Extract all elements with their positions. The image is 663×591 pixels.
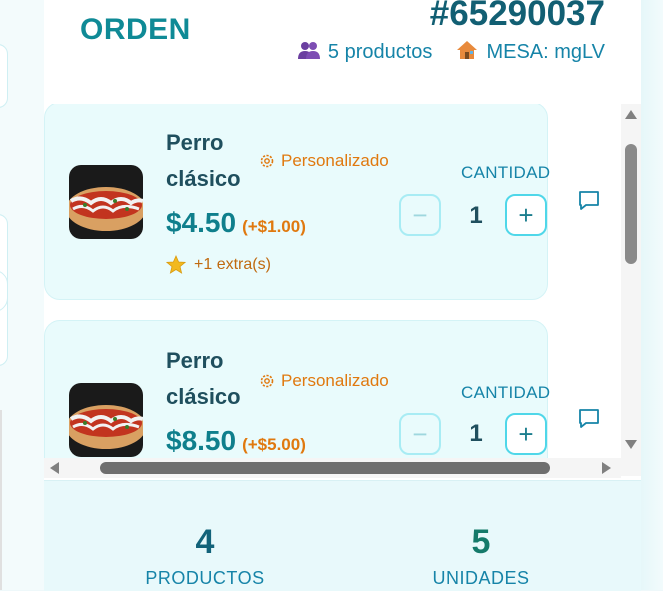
item-price: $8.50 (+$5.00): [166, 425, 306, 456]
quantity-value: 1: [469, 420, 483, 447]
gear-icon: [260, 374, 274, 388]
decrease-quantity-button[interactable]: −: [399, 194, 441, 236]
scroll-down-arrow-icon[interactable]: [625, 440, 637, 449]
quantity-value: 1: [469, 202, 483, 229]
vertical-scrollbar[interactable]: [621, 104, 641, 476]
order-meta: 5 productos MESA: mgLV: [297, 40, 605, 65]
summary-products: 4 PRODUCTOS: [95, 523, 315, 589]
summary-units: 5 UNIDADES: [371, 523, 591, 589]
items-scroll-area[interactable]: Perro clásico Personalizado $4.50 (+$1.00…: [44, 104, 621, 476]
order-summary: 4 PRODUCTOS 5 UNIDADES: [44, 480, 641, 591]
quantity-label: CANTIDAD: [461, 383, 551, 402]
order-item-card: Perro clásico Personalizado $8.50 (+$5.00…: [44, 320, 599, 476]
hotdog-image: [69, 383, 143, 457]
scroll-left-arrow-icon[interactable]: [50, 462, 59, 474]
order-title: ORDEN: [80, 13, 191, 46]
people-icon: [297, 41, 320, 64]
item-name: Perro clásico: [166, 130, 241, 191]
units-total: 5: [471, 523, 491, 561]
hotdog-image: [69, 165, 143, 239]
price-extra: (+$1.00): [242, 217, 306, 236]
comment-icon[interactable]: [577, 189, 601, 213]
customized-tag: Personalizado: [259, 151, 389, 171]
vertical-scroll-thumb[interactable]: [625, 144, 637, 264]
panel-edge: [641, 0, 663, 590]
gear-icon: [260, 154, 274, 168]
order-panel: ORDEN #65290037 5 productos MESA: mgLV P…: [44, 0, 641, 591]
background-card: [0, 44, 8, 108]
house-icon: [456, 40, 478, 65]
background-divider: [0, 410, 2, 590]
scroll-right-arrow-icon[interactable]: [602, 462, 611, 474]
units-label: UNIDADES: [432, 568, 530, 588]
customized-tag: Personalizado: [259, 371, 389, 391]
products-total: 4: [195, 523, 215, 561]
products-count: 5 productos: [327, 41, 433, 63]
order-number: #65290037: [429, 0, 605, 33]
increase-quantity-button[interactable]: +: [505, 194, 547, 236]
item-price: $4.50 (+$1.00): [166, 207, 306, 238]
horizontal-scrollbar[interactable]: [44, 458, 621, 478]
decrease-quantity-button[interactable]: −: [399, 413, 441, 455]
price-extra: (+$5.00): [242, 435, 306, 454]
horizontal-scroll-thumb[interactable]: [100, 462, 550, 474]
star-icon: [166, 255, 186, 274]
item-name: Perro clásico: [166, 348, 241, 409]
scroll-up-arrow-icon[interactable]: [625, 110, 637, 119]
table-label: MESA: mgLV: [486, 41, 605, 63]
quantity-label: CANTIDAD: [461, 163, 551, 182]
products-label: PRODUCTOS: [145, 568, 265, 588]
comment-icon[interactable]: [577, 407, 601, 431]
increase-quantity-button[interactable]: +: [505, 413, 547, 455]
order-item-card: Perro clásico Personalizado $4.50 (+$1.00…: [44, 104, 599, 300]
item-extras: +1 extra(s): [166, 255, 271, 275]
